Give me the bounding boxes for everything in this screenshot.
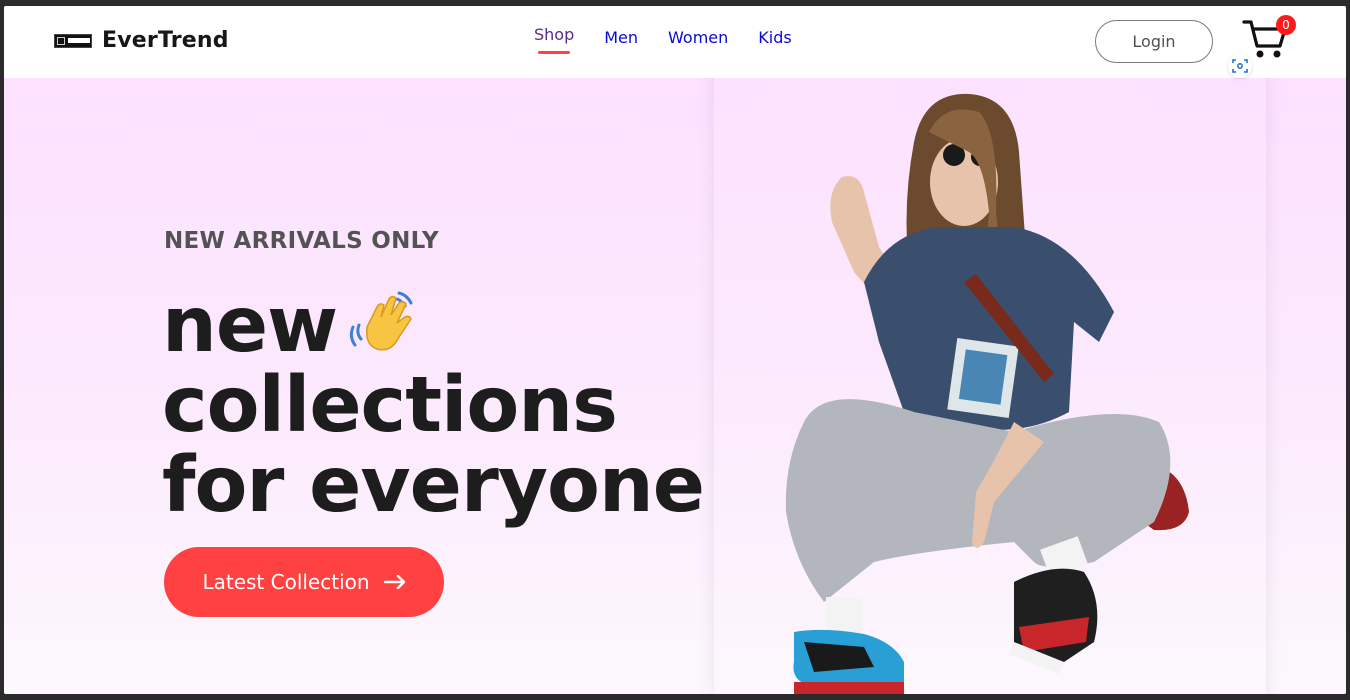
latest-collection-label: Latest Collection bbox=[202, 570, 370, 594]
brand-name: EverTrend bbox=[102, 28, 229, 53]
login-button[interactable]: Login bbox=[1095, 20, 1213, 63]
model-photo-illustration bbox=[785, 93, 1189, 694]
navbar: EverTrend Shop Men Women Kids Login 0 bbox=[4, 6, 1346, 78]
hero-title-line-3: for everyone bbox=[162, 441, 705, 530]
nav-item-shop[interactable]: Shop bbox=[534, 25, 575, 54]
nav-item-women[interactable]: Women bbox=[668, 28, 728, 47]
hero-title: new collections for everyone bbox=[162, 286, 705, 530]
brand-logo[interactable]: EverTrend bbox=[54, 28, 229, 53]
logo-icon bbox=[54, 33, 92, 48]
nav-item-men[interactable]: Men bbox=[604, 28, 638, 47]
nav-item-kids[interactable]: Kids bbox=[758, 28, 791, 47]
hero-title-line-2: collections bbox=[162, 361, 618, 450]
arrow-right-icon bbox=[383, 575, 405, 589]
latest-collection-button[interactable]: Latest Collection bbox=[164, 547, 444, 617]
hero-image bbox=[714, 42, 1266, 694]
nav-item-women-label: Women bbox=[668, 28, 729, 47]
scan-icon-glyph bbox=[1232, 59, 1248, 73]
nav-item-shop-label: Shop bbox=[534, 25, 575, 44]
nav-item-men-label: Men bbox=[604, 28, 639, 47]
active-nav-indicator bbox=[538, 51, 571, 54]
scan-icon[interactable] bbox=[1228, 54, 1252, 78]
nav-menu: Shop Men Women Kids bbox=[534, 25, 792, 54]
browser-viewport: NEW ARRIVALS ONLY new collections for ev… bbox=[4, 6, 1346, 694]
waving-hand-icon bbox=[350, 291, 413, 351]
nav-item-kids-label: Kids bbox=[758, 28, 792, 47]
hero-title-line-1: new bbox=[162, 281, 338, 370]
hero-label: NEW ARRIVALS ONLY bbox=[164, 228, 440, 254]
cart-count-badge: 0 bbox=[1276, 15, 1296, 35]
